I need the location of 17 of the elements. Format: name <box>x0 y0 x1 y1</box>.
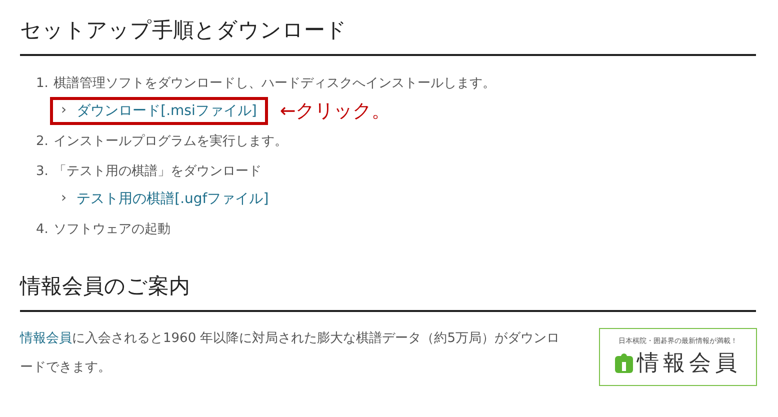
intro-paragraph: 情報会員に入会されると1960 年以降に対局された膨大な棋譜データ（約5万局）がダウンロードできます。 <box>20 330 560 377</box>
click-annotation: ←クリック。 <box>280 99 391 124</box>
step-number: 1. <box>36 75 48 93</box>
info-icon <box>615 353 633 373</box>
banner-title: 情報会員 <box>637 350 741 378</box>
section-heading: 情報会員のご案内 <box>20 272 756 312</box>
step-number: 3. <box>36 163 48 181</box>
download-link[interactable]: › テスト用の棋譜[.ugfファイル] <box>50 185 280 213</box>
step-text: ソフトウェアの起動 <box>53 221 170 239</box>
download-link[interactable]: › ダウンロード[.msiファイル] <box>50 97 268 125</box>
step-text: インストールプログラムを実行します。 <box>53 133 288 151</box>
section-heading: セットアップ手順とダウンロード <box>20 0 756 56</box>
step-number: 4. <box>36 221 48 239</box>
member-link[interactable]: 情報会員 <box>20 331 72 346</box>
step-number: 2. <box>36 133 48 151</box>
step-text: 棋譜管理ソフトをダウンロードし、ハードディスクへインストールします。 <box>53 75 496 93</box>
step-text: 「テスト用の棋譜」をダウンロード <box>53 163 262 181</box>
